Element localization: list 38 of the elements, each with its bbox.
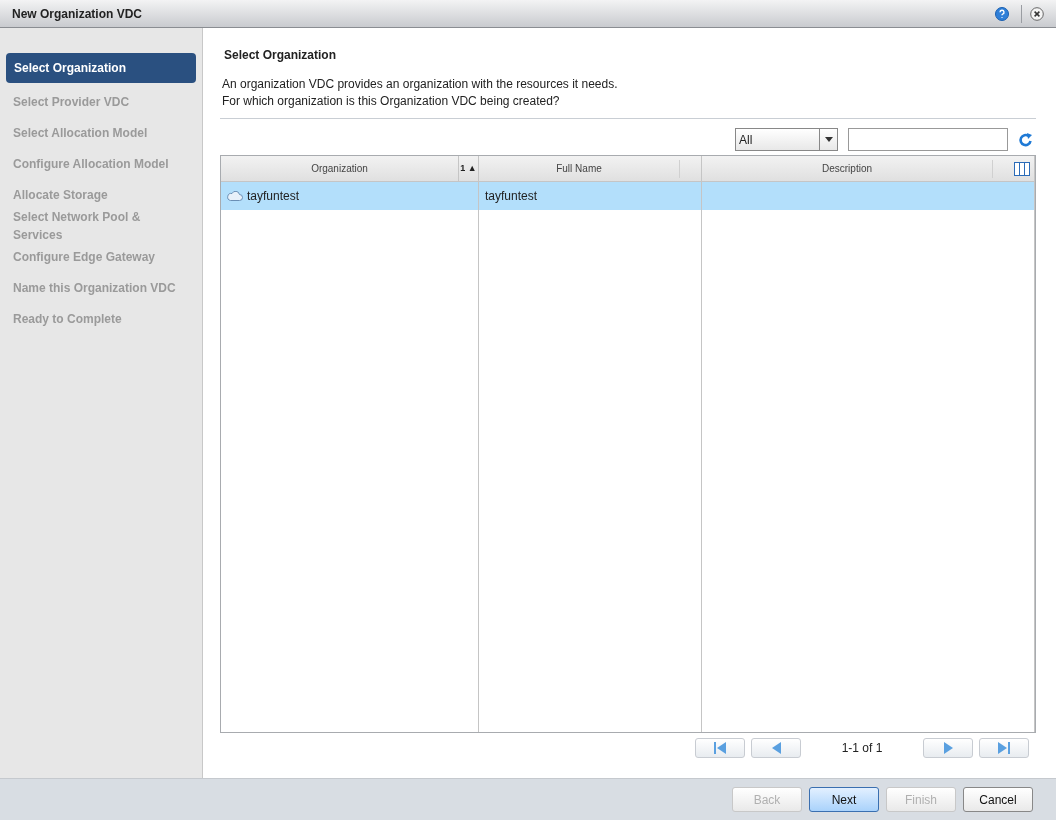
last-page-button[interactable] [979,738,1029,758]
cloud-icon [227,191,243,201]
section-heading: Select Organization [224,47,338,64]
previous-icon [771,742,781,754]
wizard-step[interactable]: Select Provider VDC [6,89,196,114]
dialog-button[interactable]: Cancel [963,787,1033,812]
wizard-step[interactable]: Name this Organization VDC [6,275,196,300]
next-page-button[interactable] [923,738,973,758]
dialog-button[interactable]: Next [809,787,879,812]
search-field[interactable] [848,128,1008,151]
wizard-step[interactable]: Select Organization [6,53,196,83]
description-text: An organization VDC provides an organization with the resources it needs. [222,76,619,93]
wizard-step[interactable]: Select Allocation Model [6,120,196,145]
close-icon[interactable] [1030,6,1044,21]
next-icon [943,742,953,754]
caret-icon [824,137,833,142]
filter-dropdown[interactable]: All [735,128,838,151]
table-cell-text: tayfuntest [247,188,300,205]
column-header[interactable]: Organization [221,161,458,176]
column-header[interactable]: Full Name [479,161,679,176]
columns-icon[interactable] [1014,161,1030,176]
wizard-step[interactable]: Configure Edge Gateway [6,244,196,269]
wizard-step[interactable]: Allocate Storage [6,182,196,207]
last-page-icon [997,742,1011,754]
refresh-icon[interactable] [1018,131,1034,148]
previous-page-button[interactable] [751,738,801,758]
wizard-step[interactable]: Configure Allocation Model [6,151,196,176]
wizard-step[interactable]: Ready to Complete [6,306,196,331]
table-cell-text: tayfuntest [485,188,538,205]
help-icon[interactable] [995,6,1009,21]
first-page-button[interactable] [695,738,745,758]
description-text: For which organization is this Organization VDC being created? [222,93,561,110]
column-header[interactable]: Description [702,161,992,176]
page-info: 1-1 of 1 [840,740,884,757]
sort-indicator[interactable]: 1 ▲ [458,156,478,181]
wizard-step[interactable]: Select Network Pool & Services [6,213,196,238]
window-title: New Organization VDC [12,5,143,23]
first-page-icon [713,742,727,754]
